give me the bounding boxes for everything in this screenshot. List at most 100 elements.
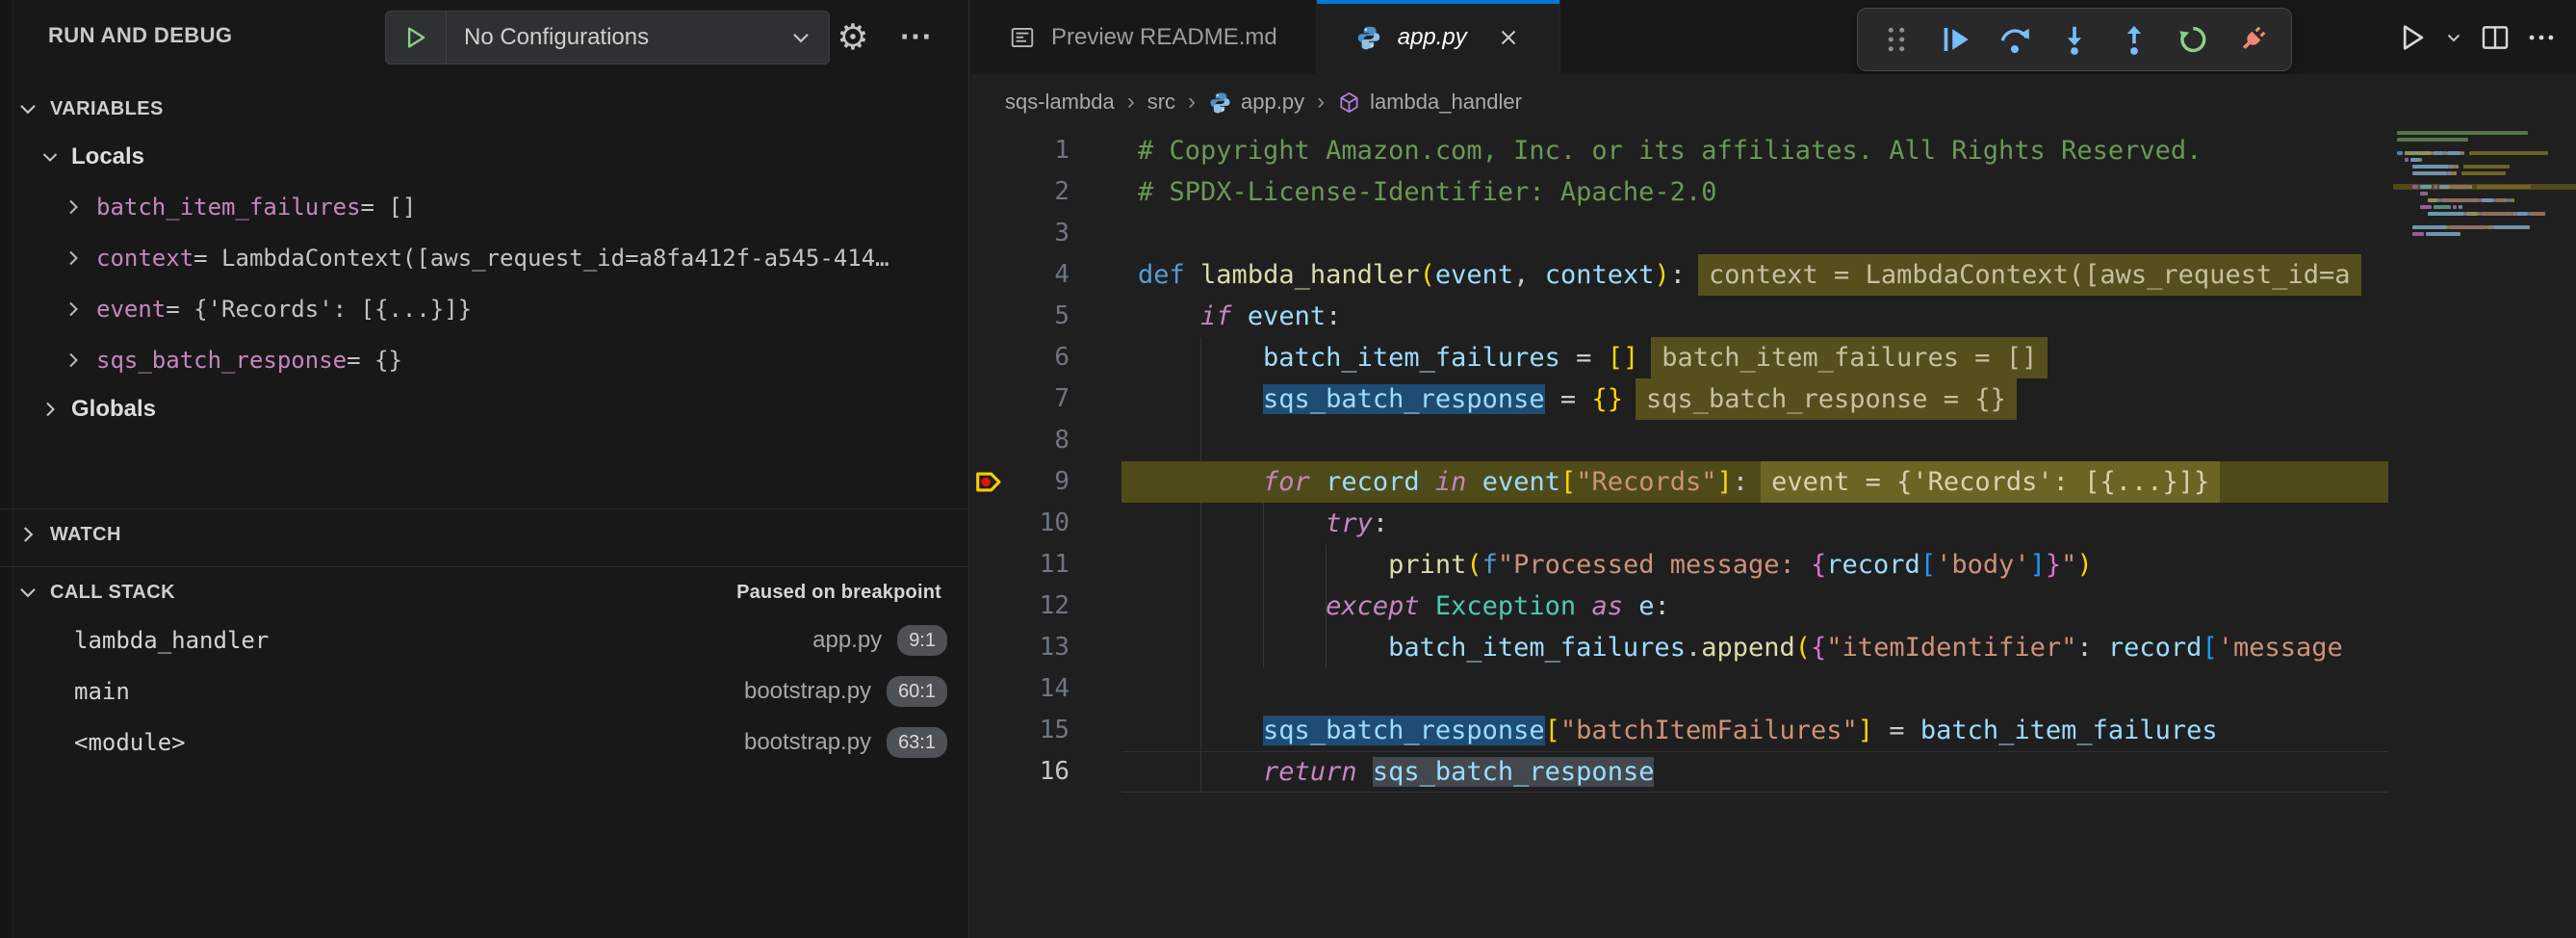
breadcrumb-label: lambda_handler (1370, 90, 1522, 115)
code-text: for record in event["Records"]:event = {… (1138, 461, 2220, 503)
variables-group-globals[interactable]: Globals (0, 385, 968, 433)
gear-icon[interactable]: ⚙ (832, 0, 874, 73)
breakpoint-gutter[interactable] (970, 461, 1005, 503)
line-number[interactable]: 6 (1005, 337, 1069, 378)
code-text: try: (1138, 503, 1388, 544)
breakpoint-gutter[interactable] (970, 213, 1005, 254)
variable-context[interactable]: context = LambdaContext([aws_request_id=… (0, 232, 968, 283)
line-number[interactable]: 11 (1005, 544, 1069, 586)
stack-frame-main[interactable]: mainbootstrap.py60:1 (0, 665, 968, 717)
breakpoint-gutter[interactable] (970, 668, 1005, 710)
step-over-button[interactable] (1992, 16, 2038, 63)
breakpoint-gutter[interactable] (970, 751, 1005, 793)
variables-section-header[interactable]: VARIABLES (0, 87, 968, 131)
breakpoint-gutter[interactable] (970, 503, 1005, 544)
tab-app-py[interactable]: app.py (1317, 0, 1560, 74)
line-number[interactable]: 1 (1005, 130, 1069, 171)
breakpoint-gutter[interactable] (970, 544, 1005, 586)
chevron-down-icon (39, 145, 62, 169)
breadcrumb-item-src[interactable]: src (1147, 90, 1175, 115)
line-number[interactable]: 16 (1005, 751, 1069, 793)
line-number[interactable]: 2 (1005, 171, 1069, 213)
call-stack-frames: lambda_handlerapp.py9:1mainbootstrap.py6… (0, 614, 968, 768)
step-into-button[interactable] (2051, 16, 2098, 63)
breadcrumb-item-lambda-handler[interactable]: lambda_handler (1337, 90, 1522, 115)
split-editor-button[interactable] (2472, 14, 2518, 61)
line-number[interactable]: 5 (1005, 296, 1069, 337)
variable-batch-item-failures[interactable]: batch_item_failures = [] (0, 181, 968, 232)
line-number[interactable]: 10 (1005, 503, 1069, 544)
line-number[interactable]: 4 (1005, 254, 1069, 296)
step-out-button[interactable] (2111, 16, 2157, 63)
stack-frame-module[interactable]: <module>bootstrap.py63:1 (0, 717, 968, 768)
breakpoint-gutter[interactable] (970, 710, 1005, 751)
variable-event[interactable]: event = {'Records': [{...}]} (0, 283, 968, 334)
panel-title: RUN AND DEBUG (48, 23, 232, 48)
variables-group-label: Locals (71, 143, 144, 170)
run-and-debug-panel: RUN AND DEBUG No Configurations ⚙ ⋯ VARI… (0, 0, 969, 938)
breakpoint-gutter[interactable] (970, 586, 1005, 627)
stack-frame-file: bootstrap.py (744, 678, 871, 705)
code-text: def lambda_handler(event, context):conte… (1138, 254, 2361, 296)
variables-section-label: VARIABLES (50, 98, 164, 120)
line-number[interactable]: 13 (1005, 627, 1069, 668)
run-icon (2396, 21, 2429, 54)
breakpoint-gutter[interactable] (970, 130, 1005, 171)
line-number[interactable]: 12 (1005, 586, 1069, 627)
breadcrumb-item-app-py[interactable]: app.py (1208, 90, 1304, 115)
variable-name: sqs_batch_response (96, 347, 347, 374)
variable-value: = {'Records': [{...}]} (166, 296, 472, 323)
run-dropdown-button[interactable] (2435, 14, 2472, 61)
line-number[interactable]: 9 (1005, 461, 1069, 503)
run-dropdown-icon (2442, 26, 2465, 49)
breakpoint-gutter[interactable] (970, 627, 1005, 668)
debug-config-label: No Configurations (464, 24, 788, 51)
code-text: return sqs_batch_response (1138, 751, 1654, 793)
start-debugging-icon[interactable] (386, 12, 447, 64)
line-number[interactable]: 15 (1005, 710, 1069, 751)
more-actions-icon[interactable]: ⋯ (895, 0, 938, 73)
markdown-preview-icon (1009, 24, 1036, 51)
editor-actions (2389, 0, 2564, 74)
code-text: except Exception as e: (1138, 586, 1670, 627)
restart-button[interactable] (2170, 16, 2216, 63)
section-divider (0, 508, 968, 509)
run-button[interactable] (2389, 14, 2435, 61)
variable-name: batch_item_failures (96, 194, 361, 221)
breakpoint-gutter[interactable] (970, 337, 1005, 378)
breakpoint-gutter[interactable] (970, 171, 1005, 213)
variable-sqs-batch-response[interactable]: sqs_batch_response = {} (0, 334, 968, 385)
more-actions-button[interactable] (2518, 14, 2564, 61)
close-icon[interactable] (1496, 25, 1521, 50)
stack-frame-lambda-handler[interactable]: lambda_handlerapp.py9:1 (0, 614, 968, 665)
breakpoint-gutter[interactable] (970, 296, 1005, 337)
tab-preview-readme-md[interactable]: Preview README.md (970, 0, 1317, 74)
watch-section-header[interactable]: WATCH (0, 512, 968, 557)
tab-bar: Preview README.md app.py (970, 0, 2576, 74)
breakpoint-gutter[interactable] (970, 420, 1005, 461)
continue-button[interactable] (1933, 16, 1979, 63)
line-number[interactable]: 8 (1005, 420, 1069, 461)
breakpoint-gutter[interactable] (970, 254, 1005, 296)
code-line: 15 sqs_batch_response["batchItemFailures… (970, 710, 2388, 751)
call-stack-section-header[interactable]: CALL STACK Paused on breakpoint (0, 570, 968, 614)
minimap[interactable] (2393, 131, 2576, 921)
line-number[interactable]: 3 (1005, 213, 1069, 254)
code-line: 5 if event: (970, 296, 2388, 337)
breakpoint-gutter[interactable] (970, 378, 1005, 420)
step-into-icon (2057, 22, 2092, 57)
drag-handle[interactable] (1873, 16, 1919, 63)
breadcrumb-item-sqs-lambda[interactable]: sqs-lambda (1005, 90, 1115, 115)
variable-name: context (96, 245, 193, 272)
variables-group-locals[interactable]: Locals (0, 133, 968, 181)
stack-frame-position-badge: 9:1 (897, 625, 947, 656)
code-editor[interactable]: 1# Copyright Amazon.com, Inc. or its aff… (970, 130, 2388, 938)
code-line: 2# SPDX-License-Identifier: Apache-2.0 (970, 171, 2388, 213)
line-number[interactable]: 7 (1005, 378, 1069, 420)
editor-group: Preview README.mdapp.py sqs-lambda›src›a… (970, 0, 2576, 938)
disconnect-button[interactable] (2229, 16, 2276, 63)
debug-config-dropdown[interactable]: No Configurations (385, 11, 830, 65)
minimap-inline-value (2477, 185, 2531, 189)
tab-label: app.py (1398, 24, 1467, 51)
line-number[interactable]: 14 (1005, 668, 1069, 710)
